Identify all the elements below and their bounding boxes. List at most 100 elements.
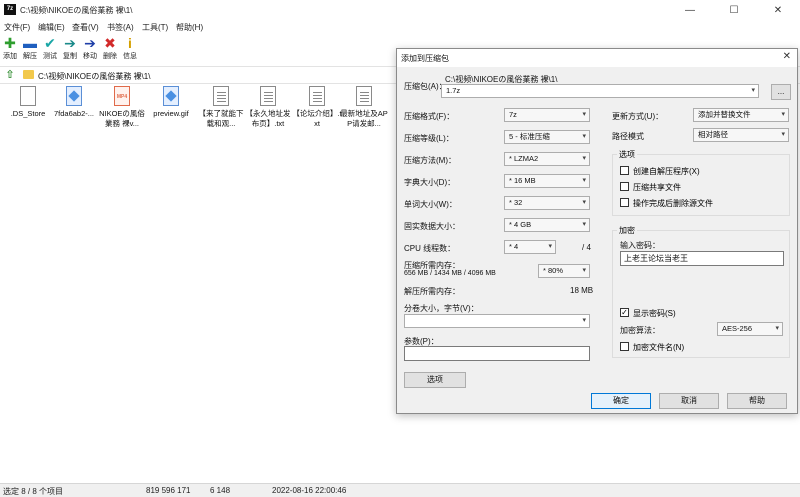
file-item[interactable]: preview.gif — [145, 86, 197, 119]
chevron-down-icon: ▾ — [781, 111, 785, 118]
file-item[interactable]: 【来了就能下载和观... — [195, 86, 247, 129]
method-select[interactable]: * LZMA2 ▾ — [504, 152, 590, 166]
file-item[interactable]: 7fda6ab2-... — [48, 86, 100, 119]
options-button[interactable]: 选项 — [404, 372, 466, 388]
close-button[interactable]: ✕ — [756, 0, 800, 20]
text-file-icon — [260, 86, 276, 106]
copy-button[interactable]: ➔ 复制 — [60, 36, 80, 64]
chevron-down-icon: ▾ — [582, 111, 586, 118]
sfx-checkbox[interactable] — [620, 166, 629, 175]
split-select[interactable]: ▾ — [404, 314, 590, 328]
minimize-button[interactable]: — — [668, 0, 712, 20]
copy-label: 复制 — [63, 53, 77, 60]
update-mode-value: 添加并替换文件 — [698, 110, 751, 119]
cpu-select[interactable]: * 4 ▾ — [504, 240, 556, 254]
cancel-button[interactable]: 取消 — [659, 393, 719, 409]
test-label: 测试 — [43, 53, 57, 60]
password-label: 输入密码： — [620, 241, 660, 250]
format-value: 7z — [509, 110, 517, 119]
move-button[interactable]: ➔ 移动 — [80, 36, 100, 64]
status-selection: 选定 8 / 8 个项目 — [3, 487, 64, 496]
word-label: 单词大小(W)： — [404, 200, 457, 209]
extract-label: 解压 — [23, 53, 37, 60]
word-value: * 32 — [509, 198, 523, 207]
address-path[interactable]: C:\视频\NIKOEの風俗業務 裸\1\ — [38, 71, 150, 82]
text-file-icon — [356, 86, 372, 106]
menu-bookmarks[interactable]: 书签(A) — [107, 22, 134, 33]
path-mode-value: 相对路径 — [698, 130, 728, 139]
solid-select[interactable]: * 4 GB ▾ — [504, 218, 590, 232]
solid-value: * 4 GB — [509, 220, 532, 229]
encryption-method-value: AES-256 — [722, 324, 753, 333]
ok-button[interactable]: 确定 — [591, 393, 651, 409]
level-label: 压缩等级(L)： — [404, 134, 454, 143]
menu-edit[interactable]: 编辑(E) — [38, 22, 65, 33]
chevron-down-icon: ▾ — [775, 325, 779, 332]
encrypt-names-label: 加密文件名(N) — [633, 343, 685, 352]
archive-name-input[interactable]: 1.7z ▾ — [441, 84, 759, 98]
encryption-method-label: 加密算法： — [620, 326, 660, 335]
params-input[interactable] — [404, 346, 590, 361]
delete-after-label: 操作完成后删除源文件 — [633, 199, 713, 208]
file-icon — [20, 86, 36, 106]
level-select[interactable]: 5 - 标准压缩 ▾ — [504, 130, 590, 144]
file-name: .DS_Store — [10, 109, 46, 118]
dialog-title: 添加到压缩包 — [401, 54, 449, 63]
file-name: 【来了就能下载和观... — [198, 109, 244, 128]
file-item[interactable]: .DS_Store — [2, 86, 54, 119]
file-name: NIKOEの風俗業務 裸v... — [99, 109, 145, 128]
up-folder-icon[interactable]: ⇧ — [3, 69, 17, 82]
info-icon: i — [128, 35, 132, 51]
browse-button[interactable]: ... — [771, 84, 791, 100]
test-button[interactable]: ✔ 测试 — [40, 36, 60, 64]
add-button[interactable]: ✚ 添加 — [0, 36, 20, 64]
add-to-archive-dialog: 添加到压缩包 ✕ 压缩包(A)： C:\视频\NIKOEの風俗業務 裸\1\ 1… — [396, 48, 798, 414]
level-value: 5 - 标准压缩 — [509, 132, 550, 141]
sfx-label: 创建自解压程序(X) — [633, 167, 700, 176]
menu-file[interactable]: 文件(F) — [4, 22, 30, 33]
dialog-titlebar: 添加到压缩包 ✕ — [397, 49, 797, 67]
dialog-close-button[interactable]: ✕ — [783, 51, 791, 62]
plus-icon: ✚ — [4, 35, 16, 51]
move-label: 移动 — [83, 53, 97, 60]
status-size: 819 596 171 — [146, 486, 191, 495]
memory-select[interactable]: * 80% ▾ — [538, 264, 590, 278]
video-file-icon: MP4 — [114, 86, 130, 106]
path-mode-select[interactable]: 相对路径 ▾ — [693, 128, 789, 142]
window-title: C:\视频\NIKOEの風俗業務 裸\1\ — [20, 6, 133, 15]
decompress-memory-label: 解压所需内存： — [404, 287, 460, 296]
encrypt-names-checkbox[interactable] — [620, 342, 629, 351]
archive-name-value: 1.7z — [446, 86, 461, 95]
menu-tools[interactable]: 工具(T) — [142, 22, 168, 33]
format-label: 压缩格式(F)： — [404, 112, 455, 121]
dict-select[interactable]: * 16 MB ▾ — [504, 174, 590, 188]
menu-view[interactable]: 查看(V) — [72, 22, 99, 33]
minus-icon: ▬ — [23, 35, 37, 51]
file-name: preview.gif — [153, 109, 189, 118]
info-button[interactable]: i 信息 — [120, 36, 140, 64]
help-button[interactable]: 帮助 — [727, 393, 787, 409]
chevron-down-icon: ▾ — [582, 267, 586, 274]
update-mode-label: 更新方式(U)： — [612, 112, 664, 121]
file-item[interactable]: 最新地址及APP请发邮... — [338, 86, 390, 129]
file-item[interactable]: MP4 NIKOEの風俗業務 裸v... — [96, 86, 148, 129]
menu-help[interactable]: 帮助(H) — [176, 22, 203, 33]
update-mode-select[interactable]: 添加并替换文件 ▾ — [693, 108, 789, 122]
delete-icon: ✖ — [104, 35, 116, 51]
shared-files-checkbox[interactable] — [620, 182, 629, 191]
delete-button[interactable]: ✖ 删除 — [100, 36, 120, 64]
cpu-label: CPU 线程数： — [404, 244, 456, 253]
format-select[interactable]: 7z ▾ — [504, 108, 590, 122]
extract-button[interactable]: ▬ 解压 — [20, 36, 40, 64]
file-item[interactable]: 【永久地址发布页】.txt — [242, 86, 294, 129]
delete-label: 删除 — [103, 53, 117, 60]
delete-after-checkbox[interactable] — [620, 198, 629, 207]
maximize-button[interactable]: ☐ — [712, 0, 756, 20]
password-input[interactable]: 上老王论坛当老王 — [620, 251, 784, 266]
file-item[interactable]: 【论坛介绍】.txt — [291, 86, 343, 129]
dict-label: 字典大小(D)： — [404, 178, 456, 187]
word-select[interactable]: * 32 ▾ — [504, 196, 590, 210]
show-password-checkbox[interactable]: ✓ — [620, 308, 629, 317]
chevron-down-icon: ▾ — [781, 131, 785, 138]
encryption-method-select[interactable]: AES-256 ▾ — [717, 322, 783, 336]
